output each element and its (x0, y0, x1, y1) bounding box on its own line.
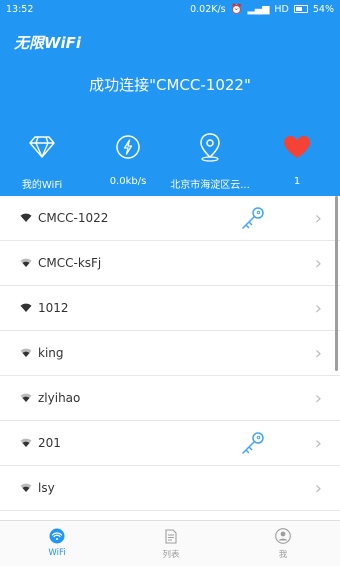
network-ssid: 201 (38, 436, 61, 450)
tab-label: 列表 (162, 550, 180, 560)
status-network: HD (274, 3, 289, 15)
bottom-tab-bar: WiFi 列表 我 (0, 520, 340, 566)
network-ssid: 1012 (38, 301, 69, 315)
chevron-right-icon: › (314, 298, 322, 319)
key-icon (240, 205, 266, 235)
document-icon (141, 527, 201, 545)
wifi-icon (27, 527, 87, 545)
connection-status: 成功连接"CMCC-1022" (89, 76, 251, 94)
chevron-right-icon: › (314, 388, 322, 409)
wifi-signal-icon (20, 438, 36, 448)
diamond-icon (2, 130, 82, 164)
stat-my-wifi[interactable]: 我的WiFi (2, 130, 82, 191)
status-battery: 54% (312, 3, 334, 15)
stat-label: 1 (293, 176, 301, 187)
user-icon (253, 527, 313, 545)
location-pin-icon (170, 130, 250, 164)
chevron-right-icon: › (314, 253, 322, 274)
app-title: 无限WiFi (14, 34, 82, 52)
key-icon (240, 430, 266, 460)
stats-row: 我的WiFi 0.0kb/s 北京市海淀区云... 1 (0, 130, 340, 191)
tab-list[interactable]: 列表 (141, 527, 201, 560)
status-bar: 13:52 0.02K/s ⏰ ▂▄▆ HD 54% (0, 0, 340, 18)
wifi-signal-icon (20, 303, 36, 313)
speed-icon (88, 130, 168, 164)
tab-label: WiFi (48, 548, 66, 558)
network-row[interactable]: 1012 › (0, 286, 340, 331)
stat-speed: 0.0kb/s (88, 130, 168, 187)
header: 无限WiFi 成功连接"CMCC-1022" 我的WiFi 0.0kb/s 北京… (0, 18, 340, 196)
network-row[interactable]: king › (0, 331, 340, 376)
chevron-right-icon: › (314, 478, 322, 499)
network-row[interactable]: zlyihao › (0, 376, 340, 421)
network-row[interactable]: lsy › (0, 466, 340, 511)
stat-location[interactable]: 北京市海淀区云... (170, 130, 250, 191)
wifi-signal-icon (20, 483, 36, 493)
tab-label: 我 (278, 550, 288, 560)
list-scrollbar[interactable] (335, 196, 338, 371)
chevron-right-icon: › (314, 343, 322, 364)
status-right: 0.02K/s ⏰ ▂▄▆ HD 54% (190, 4, 334, 15)
wifi-signal-icon (20, 393, 36, 403)
network-ssid: zlyihao (38, 391, 81, 405)
tab-wifi[interactable]: WiFi (27, 527, 87, 558)
signal-icon: ▂▄▆ (247, 3, 270, 15)
network-row[interactable]: CMCC-1022 › (0, 196, 340, 241)
heart-icon (257, 130, 337, 164)
stat-label: 我的WiFi (21, 180, 63, 191)
network-ssid: CMCC-ksFj (38, 256, 102, 270)
network-ssid: king (38, 346, 64, 360)
status-speed: 0.02K/s (190, 3, 226, 15)
status-time: 13:52 (6, 3, 34, 15)
network-ssid: CMCC-1022 (38, 211, 109, 225)
network-list: CMCC-1022 › CMCC-ksFj › 1012 › king › zl… (0, 196, 340, 516)
chevron-right-icon: › (314, 208, 322, 229)
network-row[interactable]: 201 › (0, 421, 340, 466)
network-ssid: lsy (38, 481, 55, 495)
stat-label: 北京市海淀区云... (170, 180, 250, 191)
wifi-signal-icon (20, 213, 36, 223)
tab-me[interactable]: 我 (253, 527, 313, 560)
wifi-signal-icon (20, 258, 36, 268)
alarm-icon: ⏰ (230, 3, 243, 15)
wifi-signal-icon (20, 348, 36, 358)
stat-label: 0.0kb/s (109, 176, 147, 187)
network-row[interactable]: CMCC-ksFj › (0, 241, 340, 286)
stat-favorites[interactable]: 1 (257, 130, 337, 187)
chevron-right-icon: › (314, 433, 322, 454)
battery-icon (293, 5, 308, 13)
